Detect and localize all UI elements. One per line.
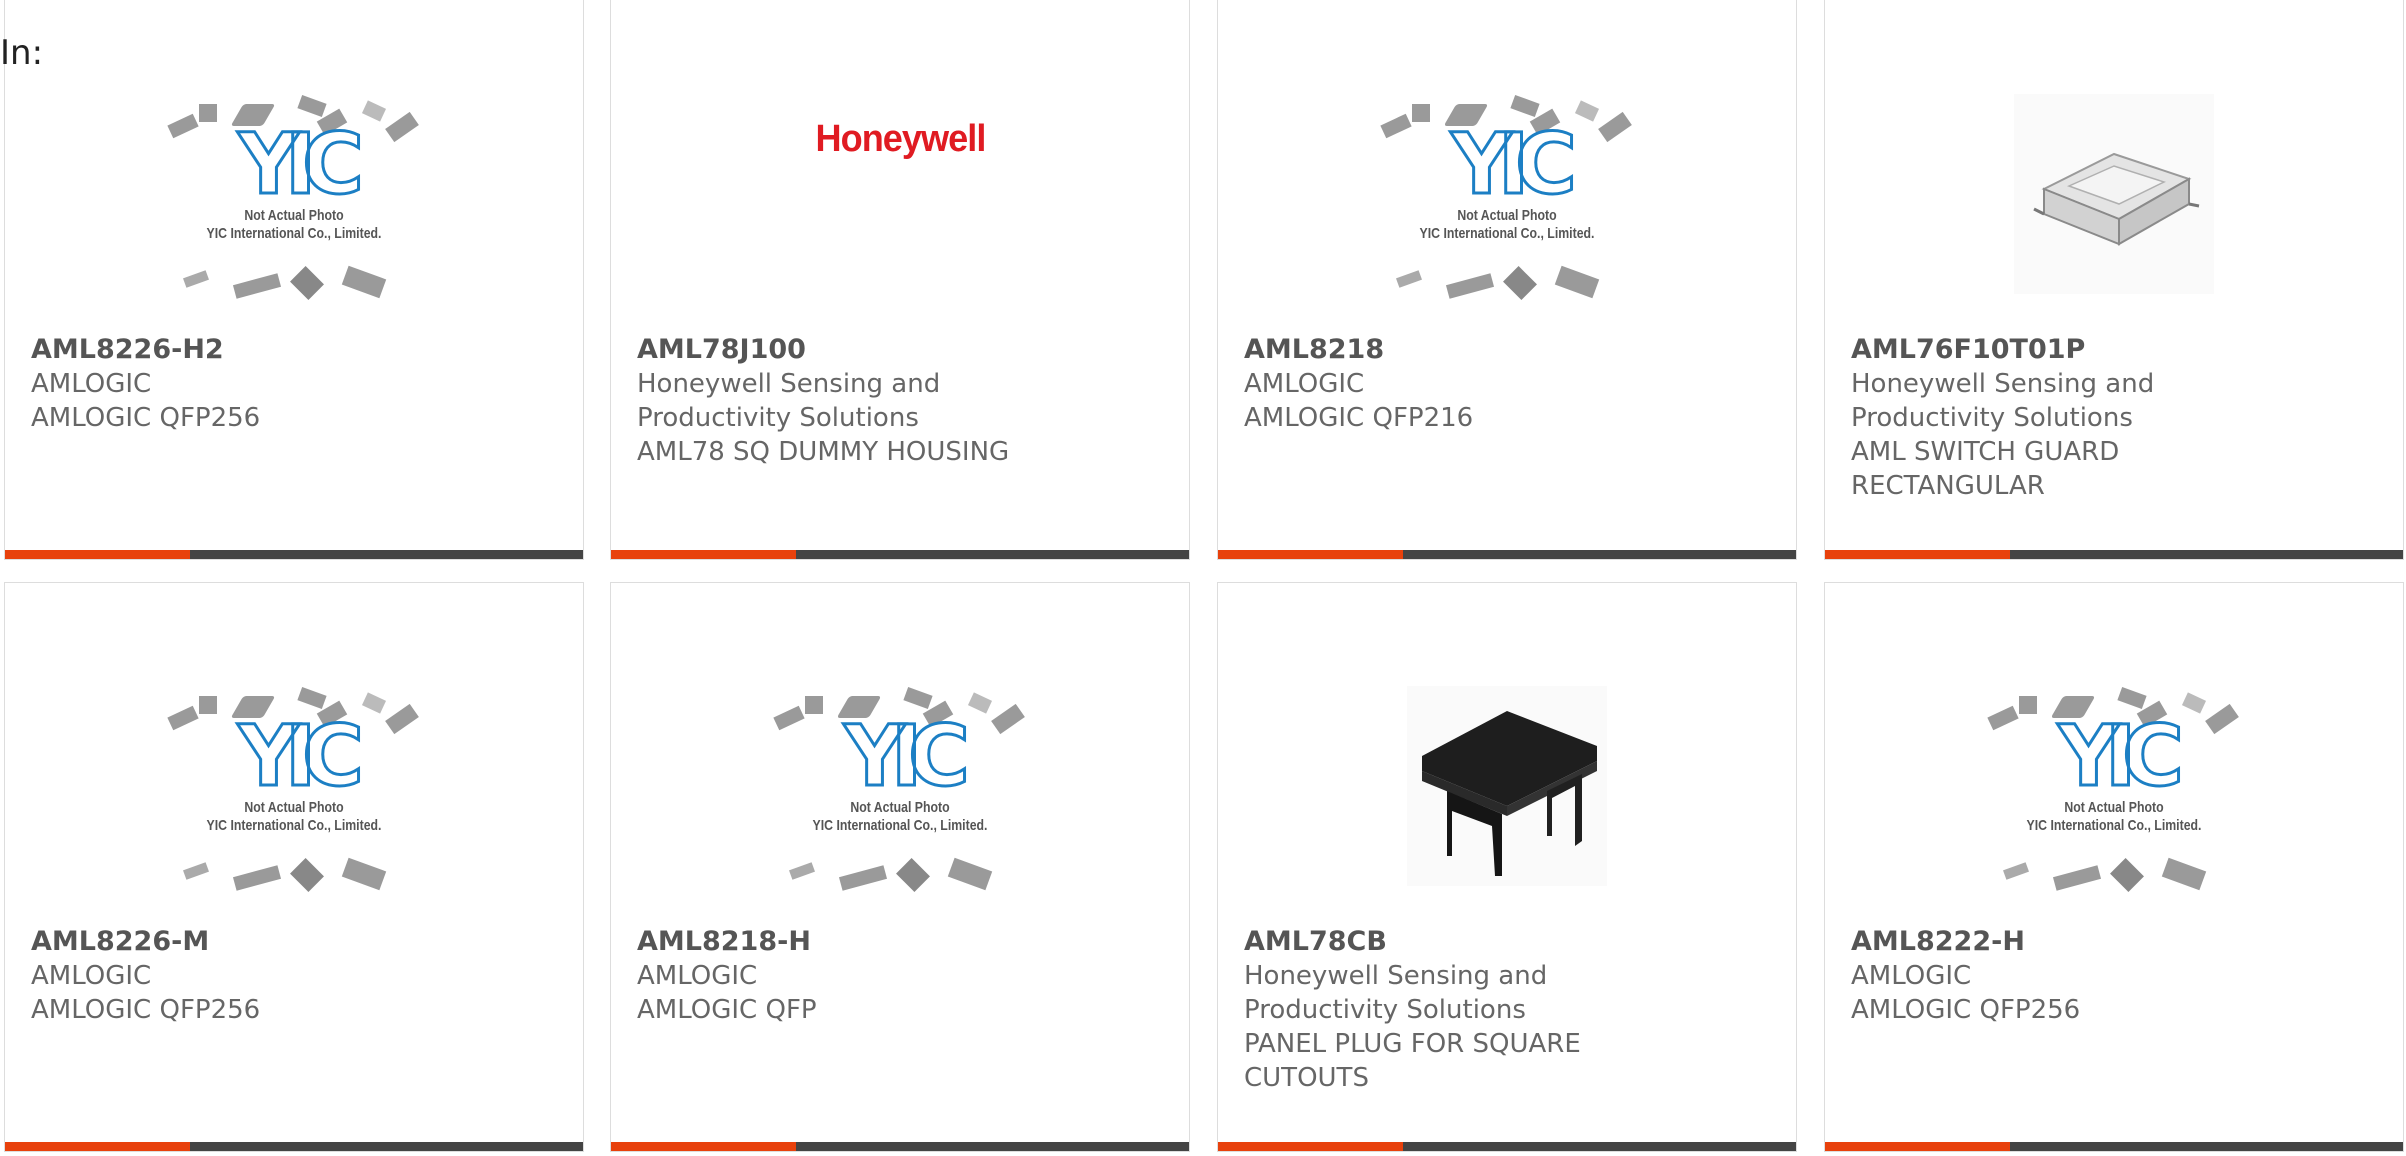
product-image[interactable]: YIC Not Actual Photo YIC International C… <box>5 661 583 911</box>
not-actual-photo-placeholder: YIC Not Actual Photo YIC International C… <box>1979 666 2249 906</box>
card-footer-bar <box>611 1142 1189 1151</box>
description: AMLOGIC QFP256 <box>1851 995 2081 1025</box>
card-footer-bar <box>611 550 1189 559</box>
product-image[interactable] <box>1218 661 1796 911</box>
product-card[interactable]: YIC Not Actual Photo YIC International C… <box>4 582 584 1152</box>
card-footer-bar <box>1218 1142 1796 1151</box>
product-card[interactable]: YIC Not Actual Photo YIC International C… <box>1824 582 2404 1152</box>
manufacturer: AMLOGIC <box>1244 369 1365 399</box>
not-actual-photo-placeholder: YIC Not Actual Photo YIC International C… <box>159 74 429 314</box>
switch-guard-photo <box>2014 94 2214 294</box>
honeywell-logo: Honeywell <box>814 117 986 160</box>
card-footer-bar <box>5 1142 583 1151</box>
product-image[interactable]: Honeywell <box>611 69 1189 319</box>
manufacturer-line1: Honeywell Sensing and <box>1851 369 2155 399</box>
part-number[interactable]: AML8218 <box>1244 333 1776 367</box>
yic-logo: YIC <box>1450 115 1579 213</box>
card-footer-bar <box>5 550 583 559</box>
product-card[interactable]: AML78CB Honeywell Sensing and Productivi… <box>1217 582 1797 1152</box>
placeholder-caption-line1: Not Actual Photo <box>1457 207 1557 224</box>
product-image[interactable]: YIC Not Actual Photo YIC International C… <box>5 69 583 319</box>
not-actual-photo-placeholder: YIC Not Actual Photo YIC International C… <box>765 666 1035 906</box>
placeholder-caption-line1: Not Actual Photo <box>244 207 344 224</box>
manufacturer: AMLOGIC <box>31 961 152 991</box>
description-line1: AML SWITCH GUARD <box>1851 437 2120 467</box>
part-number[interactable]: AML8222-H <box>1851 925 2383 959</box>
part-number[interactable]: AML78J100 <box>637 333 1169 367</box>
manufacturer-line2: Productivity Solutions <box>637 403 919 433</box>
yic-logo: YIC <box>2057 707 2186 805</box>
part-number[interactable]: AML78CB <box>1244 925 1776 959</box>
placeholder-caption-line1: Not Actual Photo <box>2064 799 2164 816</box>
part-number[interactable]: AML76F10T01P <box>1851 333 2383 367</box>
description-line2: RECTANGULAR <box>1851 471 2045 501</box>
description: AMLOGIC QFP216 <box>1244 403 1474 433</box>
manufacturer-line1: Honeywell Sensing and <box>1244 961 1548 991</box>
product-image[interactable]: YIC Not Actual Photo YIC International C… <box>1825 661 2403 911</box>
product-card[interactable]: Honeywell AML78J100 Honeywell Sensing an… <box>610 0 1190 560</box>
product-card[interactable]: YIC Not Actual Photo YIC International C… <box>610 582 1190 1152</box>
yic-logo: YIC <box>843 707 972 805</box>
placeholder-caption-line2: YIC International Co., Limited. <box>812 817 988 834</box>
filter-label: In: <box>0 33 44 73</box>
card-footer-bar <box>1218 550 1796 559</box>
yic-logo: YIC <box>237 115 366 213</box>
product-card[interactable]: YIC Not Actual Photo YIC International C… <box>1217 0 1797 560</box>
manufacturer: AMLOGIC <box>637 961 758 991</box>
product-grid: YIC Not Actual Photo YIC International C… <box>0 0 2406 1156</box>
card-footer-bar <box>1825 550 2403 559</box>
product-card[interactable]: YIC Not Actual Photo YIC International C… <box>4 0 584 560</box>
placeholder-caption-line2: YIC International Co., Limited. <box>206 225 382 242</box>
yic-logo: YIC <box>237 707 366 805</box>
part-number[interactable]: AML8226-M <box>31 925 563 959</box>
placeholder-caption-line2: YIC International Co., Limited. <box>1419 225 1595 242</box>
not-actual-photo-placeholder: YIC Not Actual Photo YIC International C… <box>159 666 429 906</box>
placeholder-caption-line1: Not Actual Photo <box>244 799 344 816</box>
not-actual-photo-placeholder: YIC Not Actual Photo YIC International C… <box>1372 74 1642 314</box>
placeholder-caption-line1: Not Actual Photo <box>850 799 950 816</box>
description: AML78 SQ DUMMY HOUSING <box>637 437 1010 467</box>
product-card[interactable]: AML76F10T01P Honeywell Sensing and Produ… <box>1824 0 2404 560</box>
part-number[interactable]: AML8226-H2 <box>31 333 563 367</box>
placeholder-caption-line2: YIC International Co., Limited. <box>206 817 382 834</box>
description-line2: CUTOUTS <box>1244 1063 1369 1093</box>
card-footer-bar <box>1825 1142 2403 1151</box>
panel-plug-photo <box>1407 686 1607 886</box>
manufacturer: AMLOGIC <box>31 369 152 399</box>
manufacturer-line2: Productivity Solutions <box>1244 995 1526 1025</box>
product-image[interactable] <box>1825 69 2403 319</box>
description-line1: PANEL PLUG FOR SQUARE <box>1244 1029 1581 1059</box>
description: AMLOGIC QFP256 <box>31 995 261 1025</box>
manufacturer-line2: Productivity Solutions <box>1851 403 2133 433</box>
manufacturer: AMLOGIC <box>1851 961 1972 991</box>
description: AMLOGIC QFP <box>637 995 817 1025</box>
part-number[interactable]: AML8218-H <box>637 925 1169 959</box>
placeholder-caption-line2: YIC International Co., Limited. <box>2026 817 2202 834</box>
product-image[interactable]: YIC Not Actual Photo YIC International C… <box>1218 69 1796 319</box>
manufacturer-line1: Honeywell Sensing and <box>637 369 941 399</box>
product-image[interactable]: YIC Not Actual Photo YIC International C… <box>611 661 1189 911</box>
description: AMLOGIC QFP256 <box>31 403 261 433</box>
